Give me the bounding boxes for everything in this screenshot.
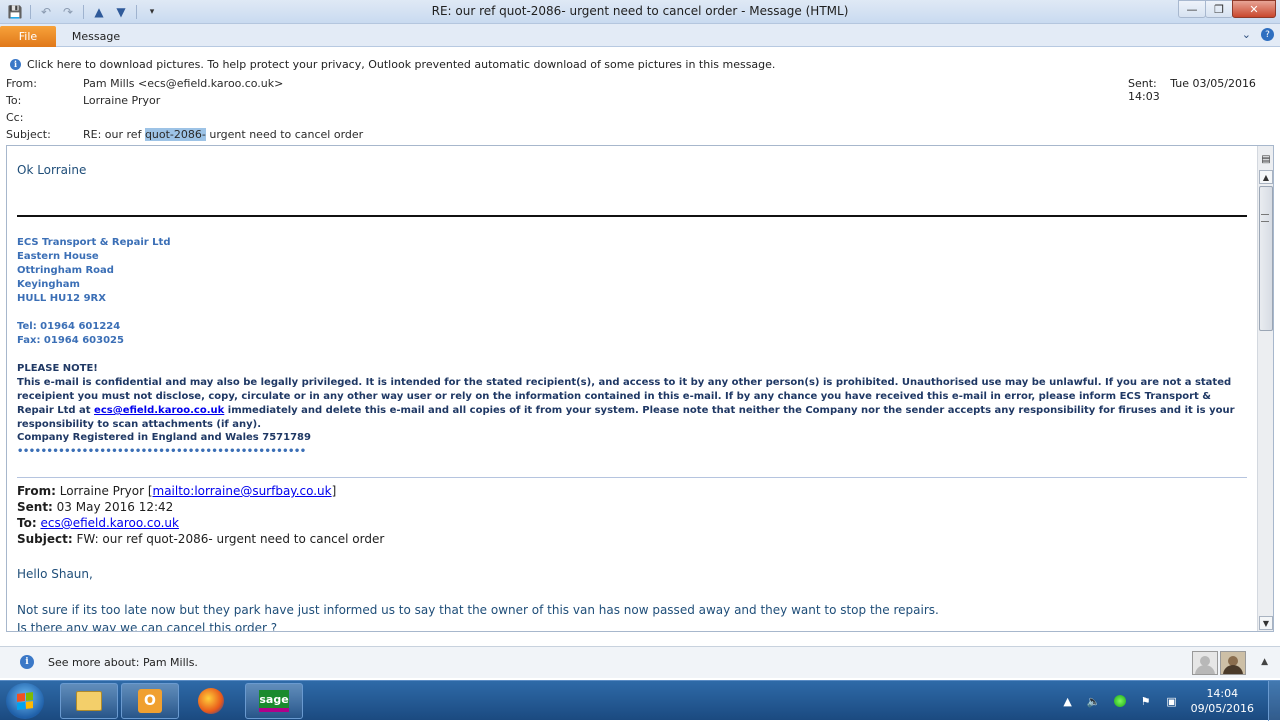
hello-line: Hello Shaun, — [17, 567, 93, 581]
taskbar-explorer[interactable] — [60, 683, 118, 719]
scroll-down-button[interactable]: ▼ — [1259, 616, 1273, 630]
fwd-from-link[interactable]: mailto:lorraine@surfbay.co.uk — [153, 484, 332, 498]
taskbar-sage[interactable]: sage — [245, 683, 303, 719]
people-pane: i See more about: Pam Mills. ▲ — [0, 646, 1280, 678]
folder-icon — [76, 691, 102, 711]
window-title: RE: our ref quot-2086- urgent need to ca… — [431, 4, 849, 18]
fwd-subject-label: Subject: — [17, 532, 73, 546]
avatar-photo[interactable] — [1220, 651, 1246, 675]
show-hidden-icons[interactable]: ▲ — [1061, 694, 1075, 708]
close-button[interactable]: ✕ — [1232, 0, 1276, 18]
from-label: From: — [6, 77, 37, 90]
signature-divider — [17, 215, 1247, 217]
sage-icon: sage — [259, 690, 289, 712]
clock-time: 14:04 — [1206, 687, 1239, 700]
fwd-to-label: To: — [17, 516, 37, 530]
confidentiality-notice: PLEASE NOTE! This e-mail is confidential… — [17, 362, 1245, 432]
taskbar-clock[interactable]: 14:04 09/05/2016 — [1191, 686, 1254, 716]
subject-prefix: RE: our ref — [83, 128, 145, 141]
avatar[interactable] — [1192, 651, 1218, 675]
outlook-icon: O — [138, 689, 162, 713]
taskbar-firefox[interactable] — [182, 683, 240, 719]
title-bar: 💾 ↶ ↷ ▲ ▼ ▾ RE: our ref quot-2086- urgen… — [0, 0, 1280, 24]
show-desktop-button[interactable] — [1268, 681, 1280, 721]
signature-line: Eastern House — [17, 251, 99, 262]
infobar-text: Click here to download pictures. To help… — [27, 57, 776, 71]
scroll-grip-icon — [1261, 214, 1269, 222]
signature-line — [17, 306, 170, 320]
scroll-thumb[interactable] — [1259, 186, 1273, 331]
from-value[interactable]: Pam Mills <ecs@efield.karoo.co.uk> — [83, 77, 283, 90]
people-pane-text[interactable]: See more about: Pam Mills. — [48, 656, 198, 669]
ribbon-right-controls: ⌄ ? — [1242, 28, 1274, 41]
message-body[interactable]: Ok Lorraine ECS Transport & Repair Ltd Ea… — [6, 145, 1274, 632]
signature-line: Keyingham — [17, 279, 80, 290]
body-paragraph-2: Is there any way we can cancel this orde… — [17, 621, 278, 632]
volume-muted-icon[interactable]: 🔈 — [1087, 694, 1101, 708]
subject-suffix: urgent need to cancel order — [205, 128, 364, 141]
subject-label: Subject: — [6, 128, 51, 141]
restore-button[interactable]: ❐ — [1205, 0, 1233, 18]
fwd-to-row: To: ecs@efield.karoo.co.uk — [17, 515, 384, 531]
tab-message[interactable]: Message — [66, 26, 126, 47]
download-pictures-infobar[interactable]: i Click here to download pictures. To he… — [0, 55, 1280, 73]
expand-people-pane-icon[interactable]: ▲ — [1261, 657, 1268, 667]
system-tray: ▲ 🔈 ⚑ ▣ 14:04 09/05/2016 — [1061, 681, 1280, 721]
vertical-scrollbar[interactable]: ▤ ▲ ▼ — [1257, 146, 1273, 631]
cc-label: Cc: — [6, 111, 24, 124]
action-center-flag-icon[interactable]: ⚑ — [1139, 694, 1153, 708]
note-title: PLEASE NOTE! — [17, 363, 98, 374]
to-value[interactable]: Lorraine Pryor — [83, 94, 160, 107]
window-controls: — ❐ ✕ — [1178, 0, 1276, 18]
fwd-subject-value: FW: our ref quot-2086- urgent need to ca… — [72, 532, 385, 546]
dotted-separator: ••••••••••••••••••••••••••••••••••••••••… — [17, 446, 306, 457]
signature-line: Tel: 01964 601224 — [17, 321, 121, 332]
windows-logo-icon — [17, 692, 33, 710]
network-icon[interactable]: ▣ — [1165, 694, 1179, 708]
info-icon: i — [10, 58, 21, 70]
fwd-to-link[interactable]: ecs@efield.karoo.co.uk — [40, 516, 178, 530]
signature-line: HULL HU12 9RX — [17, 293, 106, 304]
forward-divider — [17, 477, 1247, 478]
start-button[interactable] — [6, 683, 44, 719]
company-registration: Company Registered in England and Wales … — [17, 432, 311, 443]
to-label: To: — [6, 94, 22, 107]
scroll-up-button[interactable]: ▲ — [1259, 170, 1273, 184]
note-email-link[interactable]: ecs@efield.karoo.co.uk — [94, 405, 224, 416]
sent-label: Sent: — [1128, 77, 1157, 90]
subject-highlight: quot-2086- — [144, 128, 206, 141]
fwd-sent-label: Sent: — [17, 500, 53, 514]
forwarded-header: From: Lorraine Pryor [mailto:lorraine@su… — [17, 483, 384, 547]
fwd-sent-value: 03 May 2016 12:42 — [52, 500, 174, 514]
signature-line: Ottringham Road — [17, 265, 114, 276]
info-icon: i — [20, 655, 34, 669]
chevron-down-icon[interactable]: ⌄ — [1242, 28, 1251, 41]
ribbon-tabs: File Message ⌄ ? — [0, 24, 1280, 47]
help-icon[interactable]: ? — [1261, 28, 1274, 41]
company-signature: ECS Transport & Repair Ltd Eastern House O… — [17, 236, 170, 348]
minimize-button[interactable]: — — [1178, 0, 1206, 18]
fwd-subject-row: Subject: FW: our ref quot-2086- urgent n… — [17, 531, 384, 547]
subject-value[interactable]: RE: our ref quot-2086- urgent need to ca… — [83, 128, 363, 141]
fwd-sent-row: Sent: 03 May 2016 12:42 — [17, 499, 384, 515]
signature-line: Fax: 01964 603025 — [17, 335, 124, 346]
fwd-from-row: From: Lorraine Pryor [mailto:lorraine@su… — [17, 483, 384, 499]
signature-line: ECS Transport & Repair Ltd — [17, 237, 171, 248]
firefox-icon — [198, 688, 224, 714]
windows-taskbar: O sage ▲ 🔈 ⚑ ▣ 14:04 09/05/2016 — [0, 680, 1280, 721]
greeting: Ok Lorraine — [17, 163, 87, 177]
sent-info: Sent: Tue 03/05/2016 14:03 — [1128, 77, 1280, 103]
clock-date: 09/05/2016 — [1190, 702, 1254, 715]
taskbar-outlook[interactable]: O — [121, 683, 179, 719]
status-icon[interactable] — [1113, 694, 1127, 708]
view-options-icon[interactable]: ▤ — [1259, 152, 1273, 166]
fwd-from-value: Lorraine Pryor [ — [55, 484, 153, 498]
body-paragraph-1: Not sure if its too late now but they pa… — [17, 603, 939, 617]
tab-file[interactable]: File — [0, 26, 56, 47]
fwd-from-label: From: — [17, 484, 56, 498]
fwd-from-close: ] — [331, 484, 337, 498]
note-text: This e-mail is confidential and may also… — [17, 376, 1245, 432]
